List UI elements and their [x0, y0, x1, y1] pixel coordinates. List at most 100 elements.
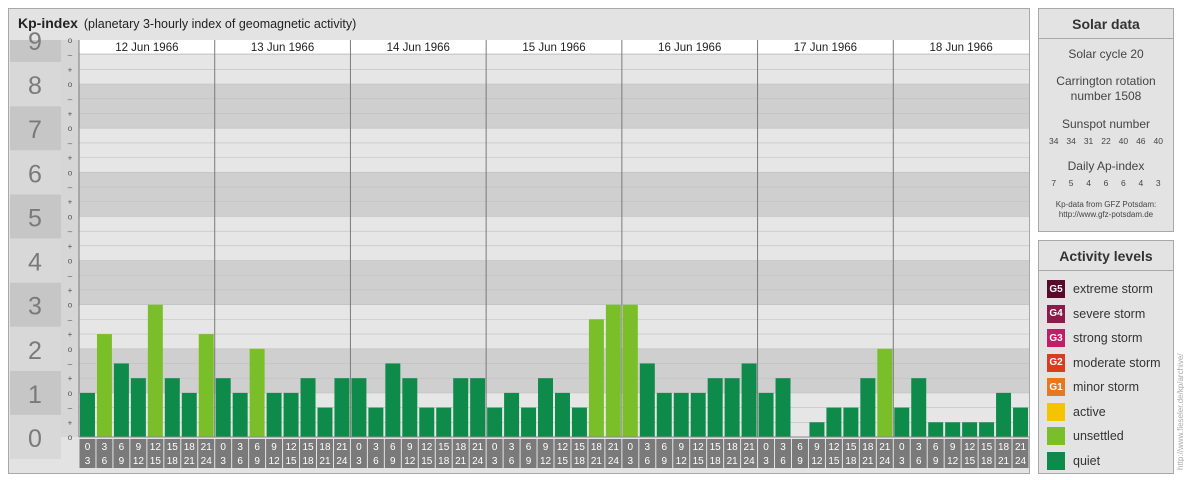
hour-end-label: 9 [797, 456, 803, 467]
hour-end-label: 12 [947, 456, 959, 467]
hour-end-label: 15 [421, 456, 433, 467]
hour-end-label: 3 [628, 456, 634, 467]
hour-end-label: 21 [727, 456, 739, 467]
hour-start-label: 12 [964, 442, 976, 453]
kp-bar [843, 407, 859, 437]
hour-start-label: 15 [845, 442, 857, 453]
legend-label: quiet [1073, 453, 1101, 468]
hour-end-label: 21 [591, 456, 603, 467]
legend-item-unsettled: unsettled [1039, 424, 1173, 449]
hour-start-label: 12 [150, 442, 162, 453]
hour-start-label: 0 [628, 442, 634, 453]
hour-start-label: 9 [271, 442, 277, 453]
kp-bar [622, 304, 638, 437]
minor-tick-label: o [68, 257, 73, 266]
hour-start-label: 6 [526, 442, 532, 453]
legend-label: strong storm [1073, 331, 1143, 346]
minor-tick-label: – [68, 271, 73, 280]
hour-start-label: 6 [933, 442, 939, 453]
hour-end-label: 12 [133, 456, 145, 467]
plot-band [79, 304, 1029, 349]
hour-start-label: 6 [254, 442, 260, 453]
kp-bar [80, 392, 95, 437]
carrington-rotation: Carrington rotation number 1508 [1039, 74, 1173, 104]
hour-end-label: 18 [167, 456, 179, 467]
kp-bar [639, 363, 655, 437]
kp-bar [673, 392, 689, 437]
day-label: 18 Jun 1966 [929, 42, 992, 54]
hour-start-label: 21 [472, 442, 484, 453]
chart-subtitle: (planetary 3-hourly index of geomagnetic… [83, 17, 357, 31]
hour-end-label: 9 [254, 456, 260, 467]
kp-bar [605, 304, 621, 437]
kp-bar [945, 422, 961, 437]
legend-swatch: G1 [1047, 378, 1065, 397]
kp-bar [470, 378, 486, 437]
hour-start-label: 21 [879, 442, 891, 453]
hour-start-label: 21 [744, 442, 756, 453]
hour-end-label: 9 [390, 456, 396, 467]
kp-bar [894, 407, 910, 437]
carrington-rotation-line1: Carrington rotation [1056, 74, 1156, 88]
hour-end-label: 15 [964, 456, 976, 467]
kp-bar [198, 334, 214, 437]
hour-start-label: 12 [285, 442, 297, 453]
ap-index-value-0: 7 [1051, 178, 1057, 188]
hour-end-label: 15 [285, 456, 297, 467]
hour-end-label: 21 [862, 456, 874, 467]
y-tick-label: 4 [28, 249, 42, 277]
hour-start-label: 18 [862, 442, 874, 453]
hour-start-label: 6 [797, 442, 803, 453]
activity-levels-panel: Activity levels G5 extreme storm G4 severe … [1038, 240, 1174, 474]
y-tick-label: 1 [28, 381, 42, 409]
minor-tick-label: – [68, 139, 73, 148]
ap-index-value-3: 6 [1103, 178, 1109, 188]
sunspot-value-3: 22 [1101, 136, 1111, 146]
ap-index-value-2: 4 [1086, 178, 1091, 188]
plot-band [79, 84, 1029, 129]
hour-start-label: 18 [184, 442, 196, 453]
hour-end-label: 18 [574, 456, 586, 467]
minor-tick-label: o [68, 36, 73, 45]
ap-index-values: 7 5 4 6 6 4 3 [1039, 178, 1173, 188]
plot-band [79, 128, 1029, 173]
kp-bar [215, 378, 231, 437]
y-tick-label: 7 [28, 116, 42, 144]
hour-end-label: 24 [472, 456, 484, 467]
hour-start-label: 18 [998, 442, 1010, 453]
hour-end-label: 24 [608, 456, 620, 467]
hour-start-label: 3 [509, 442, 515, 453]
hour-end-label: 24 [336, 456, 348, 467]
kp-bar [741, 363, 757, 437]
minor-tick-label: o [68, 433, 73, 442]
legend-swatch [1047, 402, 1065, 421]
legend-label: extreme storm [1073, 282, 1153, 297]
hour-end-label: 18 [845, 456, 857, 467]
kp-bar [113, 363, 129, 437]
legend-swatch [1047, 427, 1065, 446]
minor-tick-label: o [68, 80, 73, 89]
hour-start-label: 18 [591, 442, 603, 453]
plot-band [79, 172, 1029, 217]
kp-bar [588, 319, 604, 437]
kp-bar [1013, 407, 1028, 437]
kp-bar [860, 378, 876, 437]
hour-end-label: 3 [220, 456, 226, 467]
legend-item-severe-storm: G4 severe storm [1039, 302, 1173, 327]
hour-start-label: 0 [763, 442, 769, 453]
y-tick-label: 3 [28, 293, 42, 321]
data-source-link[interactable]: http://www.gfz-potsdam.de [1039, 210, 1173, 220]
legend-item-minor-storm: G1 minor storm [1039, 375, 1173, 400]
hour-end-label: 3 [492, 456, 498, 467]
hour-end-label: 6 [645, 456, 651, 467]
hour-end-label: 15 [150, 456, 162, 467]
hour-end-label: 6 [373, 456, 379, 467]
minor-tick-label: – [68, 315, 73, 324]
kp-bar [147, 304, 163, 437]
hour-start-label: 18 [319, 442, 331, 453]
minor-tick-label: o [68, 212, 73, 221]
sunspot-value-1: 34 [1066, 136, 1076, 146]
kp-bar [453, 378, 469, 437]
legend-item-strong-storm: G3 strong storm [1039, 326, 1173, 351]
hour-end-label: 9 [933, 456, 939, 467]
